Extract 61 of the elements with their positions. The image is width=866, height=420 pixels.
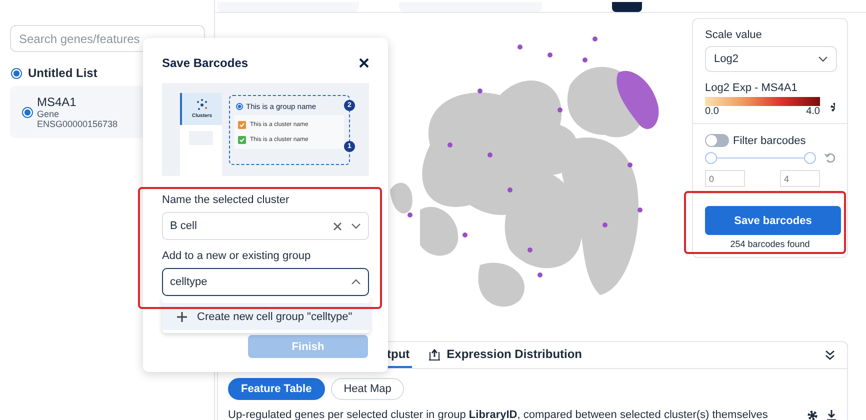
close-icon[interactable] bbox=[359, 58, 369, 68]
data-point bbox=[602, 222, 608, 228]
data-point bbox=[488, 152, 492, 158]
data-point bbox=[548, 52, 552, 58]
data-point bbox=[638, 208, 642, 212]
feature-type: Gene bbox=[37, 109, 60, 119]
list-title: Untitled List bbox=[28, 66, 98, 80]
download-icon[interactable] bbox=[826, 410, 837, 420]
cluster-name-select[interactable]: B cell bbox=[162, 212, 369, 240]
reset-icon[interactable] bbox=[824, 152, 835, 164]
scale-select[interactable]: Log2 bbox=[705, 46, 837, 72]
description-text: Up-regulated genes per selected cluster in group LibraryID, compared between selected cluster(s) themselves bbox=[228, 409, 769, 420]
max-input[interactable]: 4 bbox=[780, 170, 820, 187]
data-point bbox=[528, 248, 532, 252]
scale-max: 4.0 bbox=[806, 106, 820, 117]
legend-title: Log2 Exp - MS4A1 bbox=[705, 82, 798, 94]
data-point bbox=[558, 108, 562, 112]
toggle-switch[interactable] bbox=[705, 134, 729, 147]
chevron-down-icon bbox=[818, 56, 828, 62]
data-point bbox=[592, 36, 598, 42]
data-point bbox=[628, 162, 632, 168]
feature-name: MS4A1 bbox=[37, 95, 78, 109]
chevron-down-icon bbox=[351, 223, 361, 229]
min-input[interactable]: 0 bbox=[705, 170, 745, 187]
scale-min: 0.0 bbox=[705, 106, 719, 117]
data-point bbox=[478, 88, 482, 94]
data-point bbox=[508, 188, 512, 192]
barcodes-count: 254 barcodes found bbox=[729, 239, 811, 249]
view-toggle-button[interactable]: Heat Map bbox=[330, 378, 404, 400]
tab[interactable]: Expression Distribution bbox=[426, 342, 584, 368]
data-point bbox=[408, 212, 412, 218]
feature-id: ENSG00000156738 bbox=[37, 119, 118, 129]
slider-thumb[interactable] bbox=[705, 152, 717, 164]
clear-icon[interactable] bbox=[333, 222, 342, 230]
clusters-icon bbox=[196, 99, 208, 111]
slider-thumb[interactable] bbox=[804, 152, 816, 164]
field-label: Add to a new or existing group bbox=[162, 250, 312, 262]
dialog-title: Save Barcodes bbox=[162, 56, 248, 70]
field-label: Scale value bbox=[705, 29, 763, 41]
select-field[interactable] bbox=[399, 2, 542, 12]
select-field[interactable] bbox=[217, 2, 359, 12]
menu-option[interactable]: Create new cell group "celltype" bbox=[162, 303, 370, 330]
data-point bbox=[462, 232, 468, 238]
view-toggle-button[interactable]: Feature Table bbox=[228, 378, 325, 400]
highlighted-cluster bbox=[616, 70, 659, 129]
group-combobox[interactable]: celltype bbox=[162, 268, 369, 296]
data-point bbox=[518, 44, 522, 50]
cell-cluster bbox=[390, 182, 412, 214]
chart-upload-icon bbox=[428, 348, 441, 360]
radio-button[interactable] bbox=[11, 68, 22, 78]
save-barcodes-button[interactable]: Save barcodes bbox=[705, 206, 841, 235]
collapse-icon[interactable] bbox=[825, 350, 835, 360]
chevron-up-icon bbox=[351, 279, 361, 285]
radio-button[interactable] bbox=[22, 106, 33, 118]
toggle-label: Filter barcodes bbox=[733, 134, 806, 146]
toolbar-button[interactable] bbox=[612, 2, 642, 12]
data-point bbox=[538, 272, 542, 278]
plus-icon bbox=[177, 312, 187, 322]
field-label: Name the selected cluster bbox=[162, 194, 290, 206]
data-point bbox=[582, 58, 588, 62]
data-point bbox=[448, 142, 452, 148]
